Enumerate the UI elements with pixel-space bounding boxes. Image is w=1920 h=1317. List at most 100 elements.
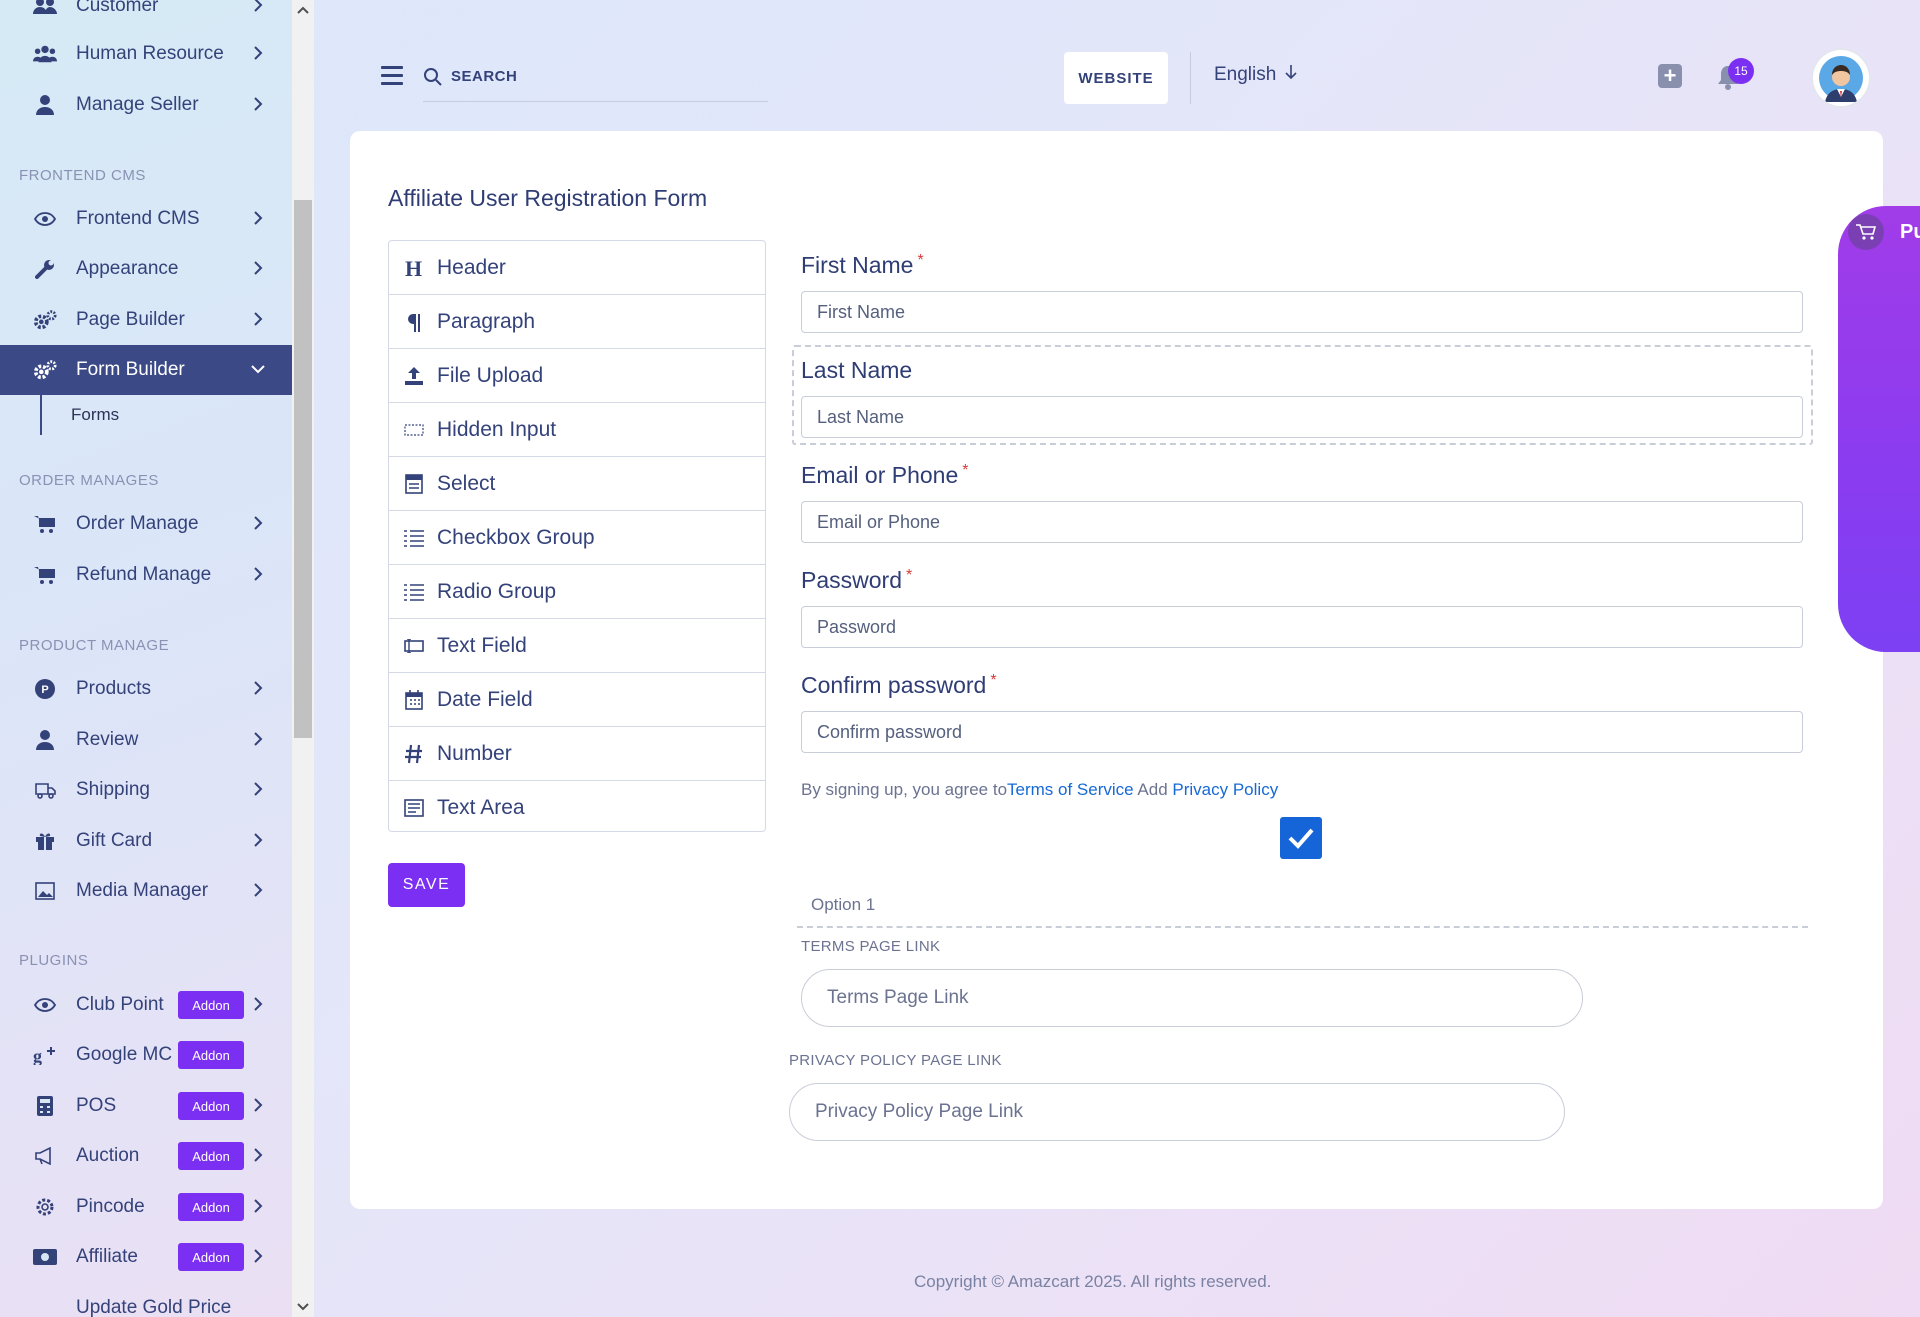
save-button[interactable]: SAVE: [388, 863, 465, 907]
sidebar-item-label: Manage Seller: [76, 94, 199, 115]
purchase-side-panel[interactable]: Pu: [1838, 206, 1920, 652]
sidebar-item-google-mc[interactable]: g Google MC Addon: [0, 1030, 292, 1080]
sidebar-item-form-builder[interactable]: Form Builder: [0, 345, 292, 395]
chevron-right-icon: [248, 1095, 268, 1115]
palette-item-paragraph[interactable]: Paragraph: [389, 295, 765, 349]
palette-item-text-field[interactable]: Text Field: [389, 619, 765, 673]
chevron-right-icon: [248, 994, 268, 1014]
addon-badge: Addon: [178, 1041, 244, 1069]
chevron-down-icon[interactable]: [296, 1300, 310, 1314]
sidebar-item-gift-card[interactable]: Gift Card: [0, 816, 292, 866]
sidebar-item-frontend-cms[interactable]: Frontend CMS: [0, 194, 292, 244]
sidebar-subitem-forms[interactable]: Forms: [71, 405, 119, 425]
privacy-policy-link[interactable]: Privacy Policy: [1172, 780, 1278, 799]
sidebar-item-shipping[interactable]: Shipping: [0, 765, 292, 815]
users-icon: [33, 0, 57, 18]
paragraph-icon: [403, 311, 425, 333]
svg-text:H: H: [405, 258, 422, 278]
required-mark: *: [905, 567, 913, 584]
select-icon: [403, 473, 425, 495]
palette-item-label: Text Field: [437, 633, 527, 657]
sidebar-item-auction[interactable]: Auction Addon: [0, 1131, 292, 1181]
search-placeholder: SEARCH: [451, 68, 518, 85]
user-icon: [33, 728, 57, 752]
form-builder-card: Affiliate User Registration Form H Heade…: [350, 131, 1883, 1209]
sidebar-item-label: Update Gold Price: [76, 1297, 232, 1317]
palette-item-text-area[interactable]: Text Area: [389, 781, 765, 835]
scroll-thumb[interactable]: [294, 200, 312, 738]
sidebar-item-club-point[interactable]: Club Point Addon: [0, 980, 292, 1030]
user-icon: [33, 93, 57, 117]
calculator-icon: [33, 1094, 57, 1118]
sidebar-item-label: Customer: [76, 0, 159, 16]
agree-prefix: By signing up, you agree to: [801, 780, 1008, 799]
palette-item-select[interactable]: Select: [389, 457, 765, 511]
palette-item-label: Checkbox Group: [437, 525, 595, 549]
chevron-right-icon: [248, 43, 268, 63]
language-selector[interactable]: English: [1214, 64, 1298, 86]
palette-item-file-upload[interactable]: File Upload: [389, 349, 765, 403]
sidebar-item-manage-seller[interactable]: Manage Seller: [0, 80, 292, 130]
sidebar-item-customer[interactable]: Customer: [0, 0, 292, 31]
sidebar-item-review[interactable]: Review: [0, 715, 292, 765]
sidebar-item-refund-manage[interactable]: Refund Manage: [0, 550, 292, 600]
side-panel-text: Pu: [1900, 221, 1920, 243]
language-label: English: [1214, 64, 1277, 85]
sidebar-item-pos[interactable]: POS Addon: [0, 1081, 292, 1131]
sidebar-item-pincode[interactable]: Pincode Addon: [0, 1182, 292, 1232]
website-button[interactable]: WEBSITE: [1064, 52, 1168, 104]
heading-icon: H: [403, 257, 425, 279]
field-palette: H Header Paragraph File Upload Hidden In…: [388, 240, 766, 832]
palette-item-hidden-input[interactable]: Hidden Input: [389, 403, 765, 457]
palette-item-label: Select: [437, 471, 496, 495]
sidebar-item-label: Page Builder: [76, 309, 185, 330]
palette-item-date-field[interactable]: Date Field: [389, 673, 765, 727]
palette-item-number[interactable]: Number: [389, 727, 765, 781]
arrow-down-icon: [1284, 64, 1298, 86]
last-name-label: Last Name: [801, 357, 912, 384]
confirm-password-input[interactable]: Confirm password: [801, 711, 1803, 753]
password-input[interactable]: Password: [801, 606, 1803, 648]
chevron-up-icon[interactable]: [296, 3, 310, 17]
chevron-down-icon: [248, 359, 268, 379]
sidebar-scrollbar[interactable]: [292, 0, 314, 1317]
plus-square-icon[interactable]: +: [1658, 64, 1682, 88]
sidebar-item-products[interactable]: P Products: [0, 664, 292, 714]
section-title-product-manage: PRODUCT MANAGE: [19, 637, 170, 654]
palette-item-label: Number: [437, 741, 512, 765]
avatar[interactable]: [1813, 50, 1869, 106]
required-mark: *: [917, 252, 924, 269]
first-name-label-text: First Name: [801, 252, 914, 278]
sidebar-item-update-gold-price[interactable]: Update Gold Price: [0, 1283, 292, 1317]
palette-item-checkbox-group[interactable]: Checkbox Group: [389, 511, 765, 565]
chevron-right-icon: [248, 564, 268, 584]
palette-item-radio-group[interactable]: Radio Group: [389, 565, 765, 619]
menu-toggle-icon[interactable]: [381, 66, 403, 85]
cart-icon: [1848, 214, 1884, 250]
agree-checkbox[interactable]: [1280, 817, 1322, 859]
sidebar-item-page-builder[interactable]: Page Builder: [0, 295, 292, 345]
sidebar-item-order-manage[interactable]: Order Manage: [0, 499, 292, 549]
sidebar-item-media-manager[interactable]: Media Manager: [0, 866, 292, 916]
privacy-policy-link-input[interactable]: Privacy Policy Page Link: [789, 1083, 1565, 1141]
sidebar-item-human-resource[interactable]: Human Resource: [0, 29, 292, 79]
first-name-input[interactable]: First Name: [801, 291, 1803, 333]
terms-of-service-link[interactable]: Terms of Service: [1007, 780, 1134, 799]
terms-page-link-label: TERMS PAGE LINK: [801, 938, 941, 955]
palette-item-header[interactable]: H Header: [389, 241, 765, 295]
email-input[interactable]: Email or Phone: [801, 501, 1803, 543]
hidden-input-icon: [403, 419, 425, 441]
sidebar-item-appearance[interactable]: Appearance: [0, 244, 292, 294]
addon-badge: Addon: [178, 1142, 244, 1170]
chevron-right-icon: [248, 513, 268, 533]
search-input[interactable]: SEARCH: [423, 62, 768, 102]
last-name-input[interactable]: Last Name: [801, 396, 1803, 438]
last-name-label-text: Last Name: [801, 357, 913, 383]
footer-copyright: Copyright © Amazcart 2025. All rights re…: [914, 1272, 1272, 1291]
sidebar-item-affiliate[interactable]: Affiliate Addon: [0, 1232, 292, 1282]
terms-page-link-input[interactable]: Terms Page Link: [801, 969, 1583, 1027]
svg-text:g: g: [33, 1046, 42, 1065]
sidebar-item-label: Media Manager: [76, 880, 209, 901]
confirm-password-label-text: Confirm password: [801, 672, 987, 698]
wrench-icon: [33, 257, 57, 281]
